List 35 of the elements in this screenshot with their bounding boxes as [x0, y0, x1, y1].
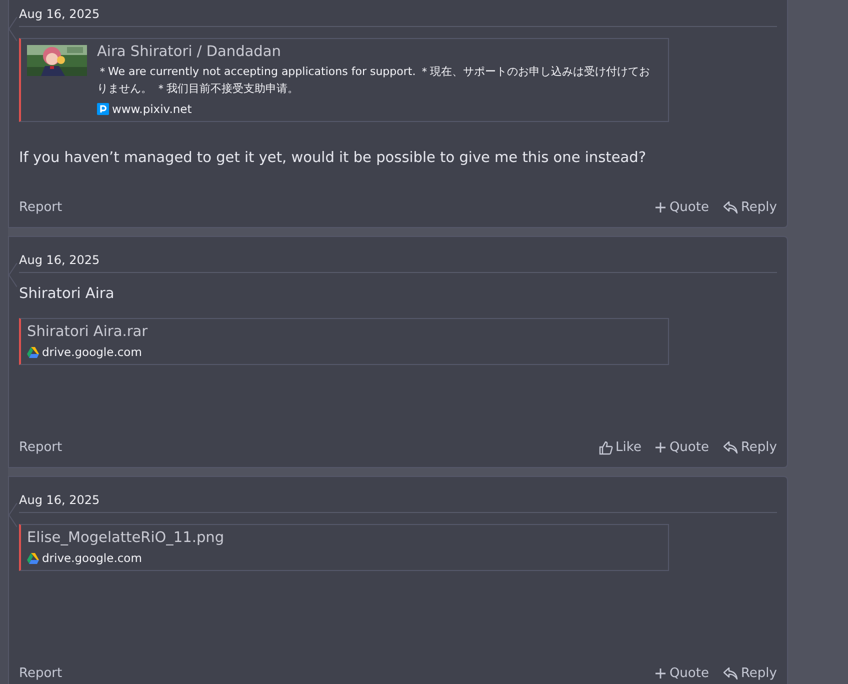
- report-link[interactable]: Report: [19, 666, 62, 681]
- quote-link[interactable]: Quote: [655, 666, 709, 681]
- drive-icon: [27, 346, 39, 358]
- reply-icon: [722, 667, 738, 680]
- link-preview[interactable]: Shiratori Aira.rar drive.google.com: [19, 318, 669, 365]
- post-date: Aug 16, 2025: [19, 253, 777, 273]
- report-link[interactable]: Report: [19, 440, 62, 455]
- quote-link[interactable]: Quote: [655, 200, 709, 215]
- preview-title: Elise_MogelatteRiO_11.png: [27, 530, 224, 546]
- link-preview[interactable]: Elise_MogelatteRiO_11.png drive.google.com: [19, 524, 669, 571]
- reply-link[interactable]: Reply: [722, 440, 777, 455]
- reply-icon: [722, 441, 738, 454]
- post-date: Aug 16, 2025: [19, 493, 777, 513]
- link-preview[interactable]: Aira Shiratori / Dandadan ＊We are currently not accepting applications for support. ＊現在、サポートのお申し込みは受け付けておりません。 ＊我们目前不接受支助申请。 www.pixiv.net: [19, 38, 669, 122]
- drive-icon: [27, 552, 39, 564]
- post-date: Aug 16, 2025: [19, 7, 777, 27]
- reply-link[interactable]: Reply: [722, 666, 777, 681]
- pixiv-icon: [97, 103, 109, 115]
- reply-icon: [722, 201, 738, 214]
- thumbs-up-icon: [598, 440, 613, 454]
- like-link[interactable]: Like: [598, 440, 642, 455]
- preview-title: Shiratori Aira.rar: [27, 324, 148, 340]
- preview-domain: drive.google.com: [42, 345, 142, 359]
- preview-domain: www.pixiv.net: [112, 102, 192, 116]
- post-message: If you haven’t managed to get it yet, would it be possible to give me this one instead?: [19, 149, 648, 168]
- report-link[interactable]: Report: [19, 200, 62, 215]
- plus-icon: [655, 442, 666, 453]
- quote-link[interactable]: Quote: [655, 440, 709, 455]
- plus-icon: [655, 202, 666, 213]
- preview-description: ＊We are currently not accepting applications for support. ＊現在、サポートのお申し込みは受け付けておりません。 ＊我们目前不接受支助申请。: [97, 64, 652, 97]
- post-message: Shiratori Aira: [19, 285, 116, 304]
- reply-link[interactable]: Reply: [722, 200, 777, 215]
- preview-title: Aira Shiratori / Dandadan: [97, 44, 282, 60]
- preview-domain: drive.google.com: [42, 551, 142, 565]
- plus-icon: [655, 668, 666, 679]
